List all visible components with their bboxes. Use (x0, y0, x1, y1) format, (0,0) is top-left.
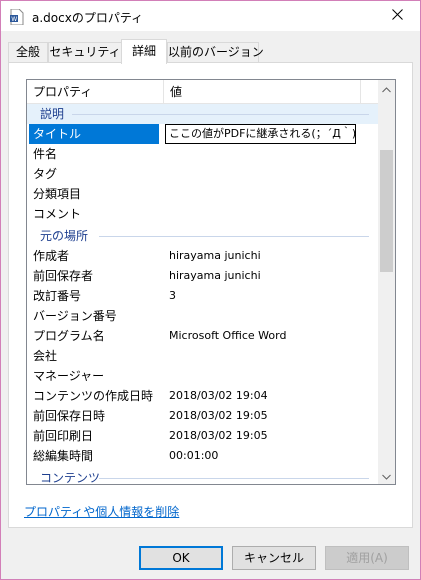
property-label: 分類項目 (33, 187, 82, 201)
property-label: 会社 (33, 349, 58, 363)
group-divider (99, 236, 369, 237)
property-label: 件名 (33, 147, 58, 161)
group-header-content[interactable]: コンテンツ (27, 468, 379, 485)
close-icon (391, 9, 403, 23)
property-row-tags[interactable]: タグ (27, 164, 379, 184)
close-button[interactable] (374, 1, 420, 31)
property-row-categories[interactable]: 分類項目 (27, 184, 379, 204)
group-label: 元の場所 (40, 229, 89, 243)
tab-previous-versions[interactable]: 以前のバージョン (167, 42, 264, 63)
group-header-description[interactable]: 説明 (27, 104, 379, 124)
property-label: コメント (33, 207, 82, 221)
property-row-program[interactable]: プログラム名 Microsoft Office Word (27, 326, 379, 346)
group-label: 説明 (40, 107, 65, 121)
property-row-saved[interactable]: 前回保存日時 2018/03/02 19:05 (27, 406, 379, 426)
property-label: 作成者 (33, 249, 70, 263)
property-row-author[interactable]: 作成者 hirayama junichi (27, 246, 379, 266)
group-header-origin[interactable]: 元の場所 (27, 226, 379, 246)
property-row-manager[interactable]: マネージャー (27, 366, 379, 386)
column-header-property[interactable]: プロパティ (27, 80, 163, 104)
property-label: バージョン番号 (33, 309, 117, 323)
tab-security[interactable]: セキュリティ (48, 42, 122, 63)
property-value: Microsoft Office Word (169, 329, 287, 342)
svg-text:W: W (11, 16, 17, 23)
group-label: コンテンツ (40, 471, 101, 485)
property-row-company[interactable]: 会社 (27, 346, 379, 366)
column-divider[interactable] (360, 80, 361, 104)
property-label: コンテンツの作成日時 (33, 389, 154, 403)
property-value: hirayama junichi (169, 249, 261, 262)
property-value: 2018/03/02 19:04 (169, 389, 268, 402)
remove-properties-link[interactable]: プロパティや個人情報を削除 (24, 503, 179, 520)
property-row-edit-time[interactable]: 総編集時間 00:01:00 (27, 446, 379, 466)
scroll-down-button[interactable] (378, 467, 395, 484)
property-row-revision[interactable]: 改訂番号 3 (27, 286, 379, 306)
property-row-printed[interactable]: 前回印刷日 2018/03/02 19:05 (27, 426, 379, 446)
tab-general[interactable]: 全般 (8, 42, 48, 63)
word-document-icon: W (10, 8, 24, 26)
details-panel: プロパティ 値 説明 タイトル ここの値がPDFに継承される(；´Д｀) 件名 (8, 62, 413, 528)
list-header: プロパティ 値 (27, 80, 379, 104)
scrollbar-thumb[interactable] (380, 150, 393, 272)
property-value: 2018/03/02 19:05 (169, 409, 268, 422)
property-label: 前回保存者 (33, 269, 94, 283)
chevron-down-icon (382, 469, 391, 483)
title-value-text: ここの値がPDFに継承される(；´Д｀) (169, 127, 356, 140)
property-label: 改訂番号 (33, 289, 82, 303)
cancel-button[interactable]: キャンセル (232, 546, 316, 570)
property-value: hirayama junichi (169, 269, 261, 282)
group-divider (99, 478, 369, 479)
property-row-version[interactable]: バージョン番号 (27, 306, 379, 326)
property-label: 総編集時間 (33, 449, 94, 463)
property-label: タイトル (29, 124, 159, 144)
ok-button[interactable]: OK (139, 546, 223, 570)
property-row-title[interactable]: タイトル ここの値がPDFに継承される(；´Д｀) (27, 124, 379, 144)
property-value: 00:01:00 (169, 449, 219, 462)
title-value-input[interactable]: ここの値がPDFに継承される(；´Д｀) (165, 124, 356, 144)
property-label: 前回保存日時 (33, 409, 106, 423)
property-row-last-saved-by[interactable]: 前回保存者 hirayama junichi (27, 266, 379, 286)
apply-button[interactable]: 適用(A) (325, 546, 409, 570)
vertical-scrollbar[interactable] (378, 80, 395, 484)
properties-dialog: W a.docxのプロパティ 全般 セキュリティ 詳細 以前のバージョン プロパ… (0, 0, 421, 580)
scroll-up-button[interactable] (378, 80, 395, 97)
title-bar: W a.docxのプロパティ (1, 1, 420, 31)
chevron-up-icon (382, 82, 391, 96)
property-row-created[interactable]: コンテンツの作成日時 2018/03/02 19:04 (27, 386, 379, 406)
property-list[interactable]: プロパティ 値 説明 タイトル ここの値がPDFに継承される(；´Д｀) 件名 (26, 79, 396, 485)
group-divider (72, 114, 369, 115)
column-header-value[interactable]: 値 (164, 80, 360, 104)
property-label: マネージャー (33, 369, 105, 383)
property-row-subject[interactable]: 件名 (27, 144, 379, 164)
window-title: a.docxのプロパティ (32, 11, 144, 25)
property-value: 2018/03/02 19:05 (169, 429, 268, 442)
property-row-comments[interactable]: コメント (27, 204, 379, 224)
property-label: プログラム名 (33, 329, 105, 343)
tab-details[interactable]: 詳細 (121, 39, 167, 64)
property-value: 3 (169, 289, 176, 302)
property-label: 前回印刷日 (33, 429, 94, 443)
tab-strip: 全般 セキュリティ 詳細 以前のバージョン (1, 39, 420, 64)
property-label: タグ (33, 167, 58, 181)
